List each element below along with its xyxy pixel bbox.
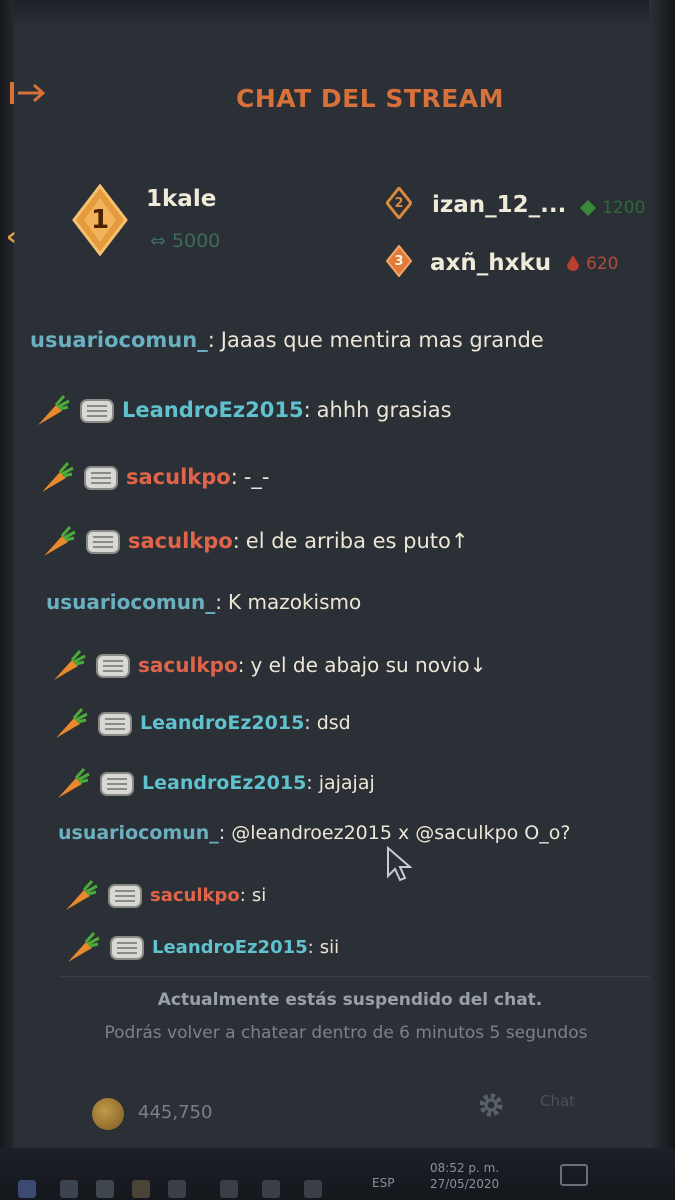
points-icon: ⇔ bbox=[150, 230, 166, 252]
chat-message: saculkpo: el de arriba es puto↑ bbox=[40, 524, 468, 558]
leaderboard-score-3: 620 bbox=[566, 254, 618, 274]
chat-username[interactable]: usuariocomun_ bbox=[46, 590, 215, 614]
chat-message-text: sii bbox=[319, 936, 340, 958]
exit-chat-icon[interactable] bbox=[6, 78, 50, 108]
green-gem-icon bbox=[580, 200, 596, 216]
tray-icon[interactable] bbox=[304, 1180, 322, 1198]
carrot-badge-icon bbox=[66, 880, 98, 910]
taskbar-app-icon[interactable] bbox=[60, 1180, 78, 1198]
leaderboard-name-2: izan_12_... bbox=[432, 192, 567, 218]
carrot-badge-icon bbox=[38, 395, 70, 425]
chat-message: saculkpo: -_- bbox=[38, 460, 269, 494]
rank-3-badge: 3 bbox=[386, 245, 412, 277]
chat-send-button[interactable]: Chat bbox=[540, 1092, 575, 1110]
chat-message-text: Jaaas que mentira mas grande bbox=[220, 328, 544, 352]
volume-icon[interactable] bbox=[220, 1180, 238, 1198]
rank-2-badge: 2 bbox=[386, 187, 412, 219]
mouse-cursor-icon bbox=[387, 846, 412, 882]
coin-icon bbox=[92, 1098, 124, 1130]
chat-username[interactable]: saculkpo bbox=[128, 529, 233, 553]
chat-title: CHAT DEL STREAM bbox=[235, 84, 504, 113]
chat-message: saculkpo: y el de abajo su novio↓ bbox=[50, 648, 486, 682]
carrot-badge-icon bbox=[56, 708, 88, 738]
chat-message: LeandroEz2015: jajajaj bbox=[54, 766, 375, 800]
chat-separator: : bbox=[239, 884, 246, 906]
leaderboard-score-2: 1200 bbox=[580, 198, 645, 218]
leaderboard-score-1: ⇔ 5000 bbox=[150, 230, 221, 252]
language-indicator[interactable]: ESP bbox=[372, 1176, 394, 1190]
start-icon[interactable] bbox=[18, 1180, 36, 1198]
crate-badge-icon bbox=[98, 712, 132, 736]
network-icon[interactable] bbox=[262, 1180, 280, 1198]
chat-message-text: y el de abajo su novio↓ bbox=[250, 653, 487, 677]
chat-separator: : bbox=[306, 772, 313, 794]
crate-badge-icon bbox=[110, 936, 144, 960]
chat-message: usuariocomun_: Jaaas que mentira mas gran… bbox=[30, 328, 544, 352]
chat-message-text: ahhh grasias bbox=[316, 398, 452, 422]
chat-message: LeandroEz2015: ahhh grasias bbox=[34, 393, 452, 427]
chat-separator: : bbox=[230, 465, 238, 489]
chat-username[interactable]: saculkpo bbox=[138, 653, 238, 677]
screen-edge-right bbox=[649, 0, 675, 1200]
coins-balance: 445,750 bbox=[138, 1102, 213, 1123]
chat-message-text: dsd bbox=[316, 712, 351, 734]
chat-username[interactable]: usuariocomun_ bbox=[30, 328, 208, 352]
red-drop-icon bbox=[567, 255, 579, 271]
suspension-title: Actualmente estás suspendido del chat. bbox=[157, 990, 543, 1010]
chat-message-text: el de arriba es puto↑ bbox=[245, 529, 469, 553]
chat-message-text: K mazokismo bbox=[228, 590, 362, 614]
chat-separator: : bbox=[304, 712, 311, 734]
taskbar-app-icon[interactable] bbox=[132, 1180, 150, 1198]
leaderboard-name-1: 1kale bbox=[146, 186, 217, 212]
chat-username[interactable]: LeandroEz2015 bbox=[152, 937, 308, 958]
chat-username[interactable]: saculkpo bbox=[126, 465, 231, 489]
chat-separator: : bbox=[207, 328, 215, 352]
chat-separator: : bbox=[237, 653, 245, 677]
chat-message-text: jajajaj bbox=[318, 772, 375, 794]
carrot-badge-icon bbox=[42, 462, 74, 492]
chat-message-text: si bbox=[251, 884, 267, 906]
chat-username[interactable]: saculkpo bbox=[150, 885, 240, 906]
chat-message: usuariocomun_: @leandroez2015 x @saculkpo… bbox=[58, 822, 570, 844]
leaderboard-prev-chevron-icon[interactable]: ‹ bbox=[6, 222, 17, 252]
crate-badge-icon bbox=[80, 399, 114, 423]
rank-1-badge: 1 bbox=[72, 184, 128, 256]
crate-badge-icon bbox=[108, 884, 142, 908]
chat-separator: : bbox=[215, 590, 222, 614]
gear-icon[interactable] bbox=[476, 1090, 506, 1120]
chat-username[interactable]: LeandroEz2015 bbox=[142, 772, 306, 794]
taskbar-app-icon[interactable] bbox=[168, 1180, 186, 1198]
carrot-badge-icon bbox=[44, 526, 76, 556]
chat-message: saculkpo: si bbox=[62, 878, 266, 912]
notification-icon[interactable] bbox=[560, 1164, 588, 1186]
chat-message: LeandroEz2015: dsd bbox=[52, 706, 351, 740]
chat-username[interactable]: LeandroEz2015 bbox=[122, 398, 304, 422]
chat-separator: : bbox=[232, 529, 240, 553]
chat-separator: : bbox=[307, 936, 314, 958]
top-shadow bbox=[0, 0, 675, 28]
chat-message: LeandroEz2015: sii bbox=[64, 930, 339, 964]
crate-badge-icon bbox=[100, 772, 134, 796]
crate-badge-icon bbox=[86, 530, 120, 554]
carrot-badge-icon bbox=[58, 768, 90, 798]
suspension-detail: Podrás volver a chatear dentro de 6 minu… bbox=[104, 1023, 588, 1043]
chat-message-text: @leandroez2015 x @saculkpo O_o? bbox=[231, 822, 571, 844]
taskbar-app-icon[interactable] bbox=[96, 1180, 114, 1198]
chat-message-text: -_- bbox=[243, 465, 270, 489]
carrot-badge-icon bbox=[68, 932, 100, 962]
chat-message: usuariocomun_: K mazokismo bbox=[46, 590, 361, 614]
chat-username[interactable]: usuariocomun_ bbox=[58, 822, 219, 844]
taskbar-clock[interactable]: 08:52 p. m. 27/05/2020 bbox=[430, 1160, 499, 1192]
crate-badge-icon bbox=[96, 654, 130, 678]
leaderboard-name-3: axñ_hxku bbox=[430, 250, 552, 276]
chat-separator: : bbox=[218, 822, 226, 844]
chat-username[interactable]: LeandroEz2015 bbox=[140, 712, 304, 734]
crate-badge-icon bbox=[84, 466, 118, 490]
divider bbox=[60, 976, 650, 977]
chat-separator: : bbox=[303, 398, 311, 422]
carrot-badge-icon bbox=[54, 650, 86, 680]
